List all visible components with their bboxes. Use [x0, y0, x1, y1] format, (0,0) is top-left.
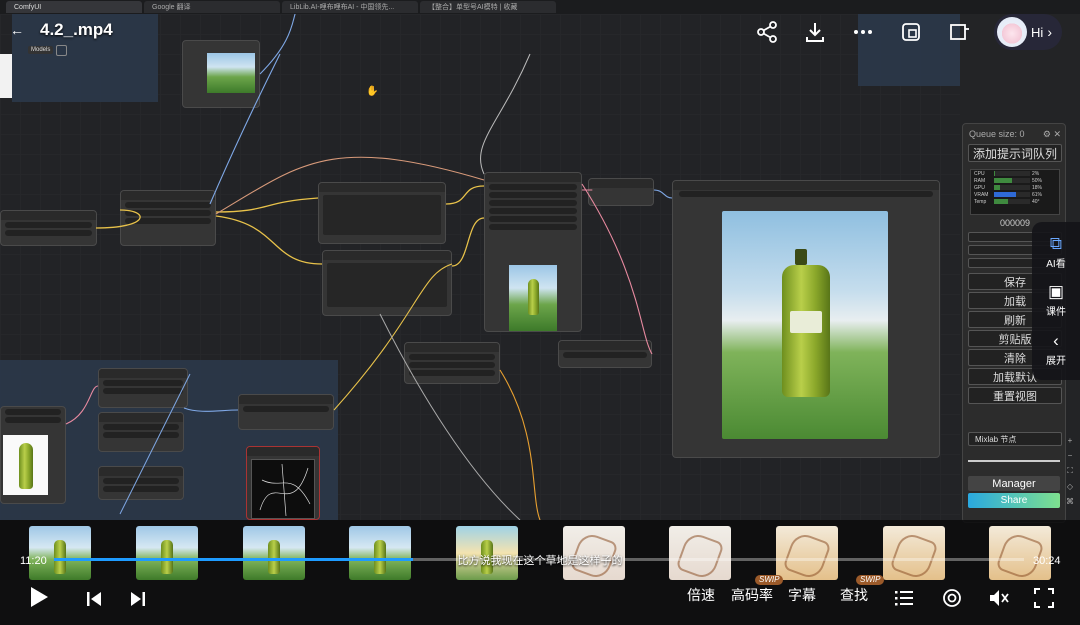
ai-view-icon: ⧉: [1049, 233, 1063, 253]
monitor-bar-fill: [994, 199, 1009, 204]
monitor-row: GPU 18%: [971, 184, 1059, 191]
courseware-icon: ▣: [1047, 282, 1065, 302]
node-wires: [65, 14, 673, 520]
monitor-row: Temp 40°: [971, 198, 1059, 205]
page: { "browser_tabs": [ {"label": "ComfyUI",…: [0, 0, 1080, 625]
chevron-right-icon: ›: [1047, 24, 1052, 40]
queue-size-label: Queue size: 0: [969, 129, 1025, 139]
monitor-bar-fill: [994, 171, 995, 176]
next-icon[interactable]: [130, 584, 146, 613]
zoom-in-icon[interactable]: +: [1068, 436, 1073, 445]
menu-button[interactable]: 重置视图: [968, 387, 1062, 404]
video-title: 4.2_.mp4: [40, 20, 113, 39]
share-button[interactable]: Share: [968, 493, 1060, 508]
speed-button[interactable]: 倍速: [687, 580, 715, 609]
swip-badge: SWIP: [755, 575, 784, 585]
monitor-value: 61%: [1032, 191, 1043, 198]
gear-icon[interactable]: ⚙ ✕: [1043, 129, 1061, 140]
monitor-label: RAM: [974, 177, 986, 184]
quality-button[interactable]: 高码率 SWIP: [731, 575, 784, 609]
queue-prompt-button[interactable]: 添加提示词队列: [968, 144, 1062, 162]
tab-label: Google 翻译: [152, 4, 191, 11]
expand-label: 展开: [1046, 356, 1066, 368]
expand-button[interactable]: ‹ 展开: [1046, 332, 1066, 367]
browser-tab[interactable]: 【整合】单型号AI模特 | 收藏: [420, 1, 556, 13]
previous-icon[interactable]: [86, 584, 102, 613]
swip-badge: SWIP: [856, 575, 885, 585]
screen-cast-icon[interactable]: [898, 19, 924, 45]
player-controls: 倍速 高码率 SWIP 字幕 查找 SWIP: [0, 575, 1080, 625]
monitor-label: GPU: [974, 184, 985, 191]
canvas-zoom-controls: + − ⛶ ◇ ⌘: [1062, 436, 1078, 520]
monitor-value: 2%: [1032, 170, 1040, 177]
zoom-out-icon[interactable]: −: [1068, 451, 1073, 460]
tab-label: LibLib.AI-哩布哩布AI - 中国领先...: [290, 4, 395, 11]
monitor-bar: [994, 178, 1030, 183]
monitor-bar-fill: [994, 185, 1001, 190]
mute-icon[interactable]: [988, 583, 1010, 612]
monitor-row: VRAM 61%: [971, 191, 1059, 198]
thumbnail-filmstrip: [0, 520, 1080, 582]
courseware-button[interactable]: ▣ 课件: [1046, 283, 1066, 318]
pip-icon[interactable]: [946, 19, 972, 45]
node-canvas[interactable]: Models ✋: [0, 14, 960, 520]
monitor-label: Temp: [974, 198, 987, 205]
lock-icon[interactable]: ◇: [1067, 482, 1073, 491]
monitor-label: VRAM: [974, 191, 989, 198]
focus-icon[interactable]: [942, 583, 962, 612]
monitor-bar-fill: [994, 192, 1016, 197]
video-top-toolbar: Hi ›: [754, 14, 1062, 50]
ai-view-button[interactable]: ⧉ AI看: [1046, 235, 1065, 270]
monitor-row: CPU 2%: [971, 170, 1059, 177]
monitor-label: CPU: [974, 170, 985, 177]
toggle-icon[interactable]: ⌘: [1066, 497, 1074, 506]
tab-label: 【整合】单型号AI模特 | 收藏: [428, 4, 518, 11]
monitor-bar: [994, 171, 1030, 176]
video-subtitle: 比方说我现在这个草地是这样子的: [457, 555, 623, 567]
fit-view-icon[interactable]: ⛶: [1067, 466, 1073, 476]
tab-label: ComfyUI: [14, 3, 42, 11]
more-icon[interactable]: [850, 19, 876, 45]
monitor-bar-fill: [994, 178, 1012, 183]
ai-view-label: AI看: [1046, 258, 1066, 270]
queue-status: Queue size: 0 ⚙ ✕: [969, 127, 1061, 141]
expand-icon: ‹: [1053, 331, 1059, 351]
playlist-icon[interactable]: [894, 583, 914, 612]
captions-button[interactable]: 字幕: [788, 580, 816, 609]
assistant-label: Hi: [1031, 24, 1044, 40]
browser-tab[interactable]: ComfyUI: [6, 1, 142, 13]
search-label: 查找: [840, 586, 868, 603]
monitor-bar: [994, 185, 1030, 190]
courseware-label: 课件: [1046, 307, 1066, 319]
assistant-avatar: [997, 17, 1028, 47]
resource-monitor: CPU 2% RAM 50% GPU 18% VRAM 61% Temp 40°: [970, 169, 1060, 215]
browser-tab-bar: ComfyUI Google 翻译 LibLib.AI-哩布哩布AI - 中国领…: [0, 0, 1080, 14]
fullscreen-icon[interactable]: [1034, 583, 1054, 612]
monitor-bar: [994, 192, 1030, 197]
browser-tab[interactable]: LibLib.AI-哩布哩布AI - 中国领先...: [282, 1, 418, 13]
download-icon[interactable]: [802, 19, 828, 45]
quality-label: 高码率: [731, 586, 773, 603]
mixlab-nodes-button[interactable]: Mixlab 节点: [968, 432, 1062, 446]
monitor-value: 50%: [1032, 177, 1043, 184]
side-float-menu: ⧉ AI看 ▣ 课件 ‹ 展开: [1032, 222, 1080, 380]
monitor-value: 40°: [1032, 198, 1040, 205]
hand-cursor-icon: ✋: [366, 86, 379, 97]
monitor-row: RAM 50%: [971, 177, 1059, 184]
browser-tab[interactable]: Google 翻译: [144, 1, 280, 13]
monitor-bar: [994, 199, 1030, 204]
assistant-button[interactable]: Hi ›: [994, 14, 1062, 50]
play-icon[interactable]: [28, 582, 50, 611]
search-button[interactable]: 查找 SWIP: [840, 575, 885, 609]
back-arrow-icon[interactable]: ←: [10, 22, 24, 38]
manager-button[interactable]: Manager: [968, 476, 1060, 491]
monitor-value: 18%: [1032, 184, 1043, 191]
share-icon[interactable]: [754, 19, 780, 45]
panel-divider: [968, 460, 1060, 462]
